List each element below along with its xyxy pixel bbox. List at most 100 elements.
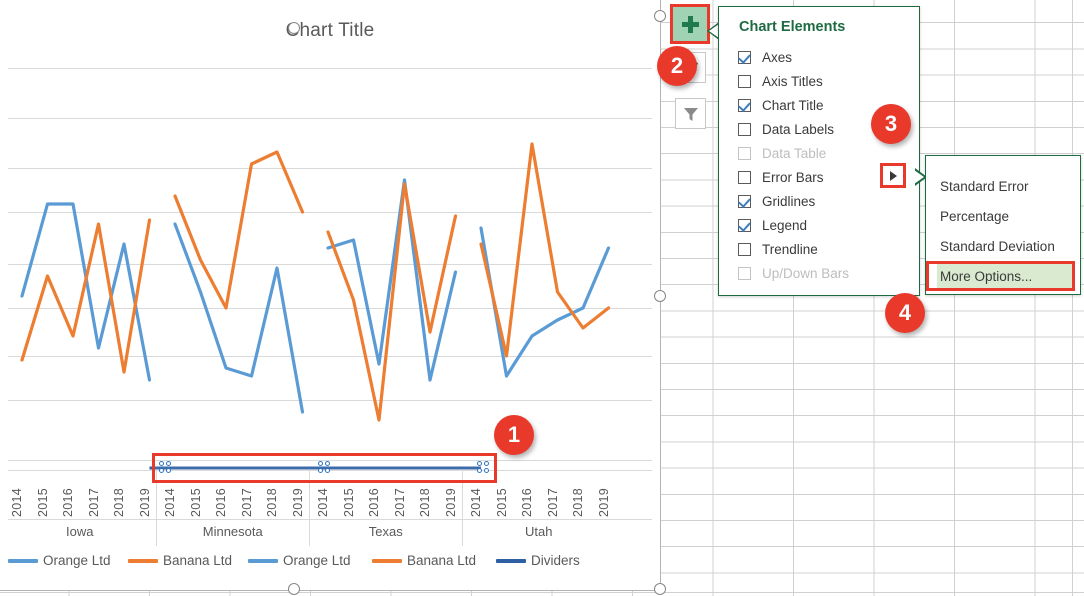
divider-handle-left[interactable] <box>159 461 172 474</box>
chart-element-label: Data Labels <box>762 121 835 137</box>
axis-tick-label: 2016 <box>214 487 228 517</box>
axis-tick-label: 2016 <box>520 487 534 517</box>
axis-tick-label: 2019 <box>596 487 611 517</box>
axis-group-label: Iowa <box>66 524 94 539</box>
axis-group-label: Minnesota <box>202 524 263 539</box>
series-line[interactable] <box>326 182 458 422</box>
axis-tick-label: 2019 <box>290 487 305 517</box>
chart-element-chart-title[interactable]: Chart Title <box>738 93 824 117</box>
chart-element-label: Axis Titles <box>762 73 823 89</box>
axis-tick-label: 2016 <box>61 487 75 517</box>
callout-badge-4: 4 <box>885 293 925 333</box>
chart-element-label: Error Bars <box>762 169 824 185</box>
more-options-highlight <box>926 261 1075 291</box>
series-line[interactable] <box>173 222 305 414</box>
checkbox-icon[interactable] <box>738 122 751 136</box>
divider-handle-right[interactable] <box>477 461 490 474</box>
axis-tick-label: 2016 <box>367 487 381 517</box>
chart-handle-top[interactable] <box>288 22 300 34</box>
legend-item[interactable]: Orange Ltd <box>248 553 351 568</box>
callout-badge-2: 2 <box>657 46 697 86</box>
axis-tick-label: 2015 <box>188 487 203 517</box>
axis-tick-label: 2015 <box>341 487 356 517</box>
legend-swatch <box>496 558 526 563</box>
divider-handle-center[interactable] <box>318 461 331 474</box>
pane-title: Chart Elements <box>739 19 846 35</box>
chart-legend[interactable]: Orange Ltd Banana Ltd Orange Ltd Banana Ltd… <box>0 553 660 579</box>
axis-tick-label: 2014 <box>469 487 483 517</box>
axis-group-label: Utah <box>525 524 553 539</box>
legend-label: Orange Ltd <box>43 553 111 568</box>
axis-tick-label: 2019 <box>443 487 458 517</box>
chart-object[interactable]: Chart Title 2014 2015 2016 2017 2018 2019 2014… <box>0 0 661 591</box>
chart-element-data-table: Data Table <box>738 141 826 165</box>
chart-handle-bottomright[interactable] <box>654 583 666 595</box>
checkbox-icon <box>738 146 751 160</box>
chart-element-up-down-bars: Up/Down Bars <box>738 261 849 285</box>
axis-tick-label: 2015 <box>494 487 509 517</box>
legend-label: Dividers <box>531 553 580 568</box>
chart-element-label: Up/Down Bars <box>762 265 850 281</box>
legend-label: Orange Ltd <box>283 553 351 568</box>
chart-element-label: Chart Title <box>762 97 824 113</box>
axis-tick-label: 2014 <box>316 487 330 517</box>
state-label-row: Iowa Minnesota Texas Utah <box>8 519 652 547</box>
chart-elements-button-highlight <box>670 4 710 44</box>
callout-badge-1: 1 <box>494 415 534 455</box>
submenu-notch-inner <box>914 170 924 184</box>
checkbox-icon[interactable] <box>738 74 751 88</box>
callout-badge-3: 3 <box>871 104 911 144</box>
legend-swatch <box>8 558 38 563</box>
legend-label: Banana Ltd <box>163 553 233 568</box>
legend-label: Banana Ltd <box>407 553 477 568</box>
checkbox-icon[interactable] <box>738 242 751 256</box>
checkbox-icon[interactable] <box>738 194 751 208</box>
axis-tick-label: 2017 <box>86 487 101 517</box>
chart-element-legend[interactable]: Legend <box>738 213 807 237</box>
submenu-item-standard-error[interactable]: Standard Error <box>937 172 1073 200</box>
chart-handle-bottom[interactable] <box>288 583 300 595</box>
series-line[interactable] <box>173 150 305 310</box>
chart-element-trendline[interactable]: Trendline <box>738 237 818 261</box>
axis-tick-label: 2014 <box>163 487 177 517</box>
chevron-right-icon <box>889 170 897 181</box>
chart-filters-button[interactable] <box>675 98 706 129</box>
checkbox-icon[interactable] <box>738 98 751 112</box>
chart-handle-topright[interactable] <box>654 10 666 22</box>
funnel-icon <box>683 107 698 121</box>
axis-tick-label: 2017 <box>239 487 254 517</box>
chart-element-axis-titles[interactable]: Axis Titles <box>738 69 823 93</box>
legend-swatch <box>128 558 158 563</box>
chart-element-axes[interactable]: Axes <box>738 45 792 69</box>
submenu-item-standard-deviation[interactable]: Standard Deviation <box>937 232 1073 260</box>
checkbox-icon[interactable] <box>738 50 751 64</box>
axis-tick-label: 2017 <box>392 487 407 517</box>
axis-tick-label: 2017 <box>545 487 560 517</box>
series-line[interactable] <box>20 218 152 374</box>
checkbox-icon[interactable] <box>738 170 751 184</box>
chart-element-label: Gridlines <box>762 193 816 209</box>
chart-element-data-labels[interactable]: Data Labels <box>738 117 834 141</box>
axis-tick-label: 2019 <box>137 487 152 517</box>
screen: Chart Title 2014 2015 2016 2017 2018 2019 2014… <box>0 0 1084 596</box>
series-line[interactable] <box>479 142 611 358</box>
checkbox-icon <box>738 266 751 280</box>
axis-tick-label: 2014 <box>10 487 24 517</box>
chart-series-canvas <box>20 142 611 470</box>
checkbox-icon[interactable] <box>738 218 751 232</box>
legend-swatch <box>372 558 402 563</box>
axis-tick-label: 2018 <box>112 487 126 517</box>
legend-swatch <box>248 558 278 563</box>
chart-handle-right[interactable] <box>654 290 666 302</box>
legend-item[interactable]: Banana Ltd <box>372 553 476 568</box>
error-bars-flyout-arrow[interactable] <box>880 163 906 188</box>
legend-item[interactable]: Orange Ltd <box>8 553 111 568</box>
legend-item[interactable]: Dividers <box>496 553 580 568</box>
axis-group-label: Texas <box>368 524 403 539</box>
series-line[interactable] <box>479 226 611 378</box>
axis-tick-label: 2018 <box>571 487 585 517</box>
chart-element-error-bars[interactable]: Error Bars <box>738 165 824 189</box>
legend-item[interactable]: Banana Ltd <box>128 553 232 568</box>
submenu-item-percentage[interactable]: Percentage <box>937 202 1073 230</box>
chart-element-gridlines[interactable]: Gridlines <box>738 189 815 213</box>
